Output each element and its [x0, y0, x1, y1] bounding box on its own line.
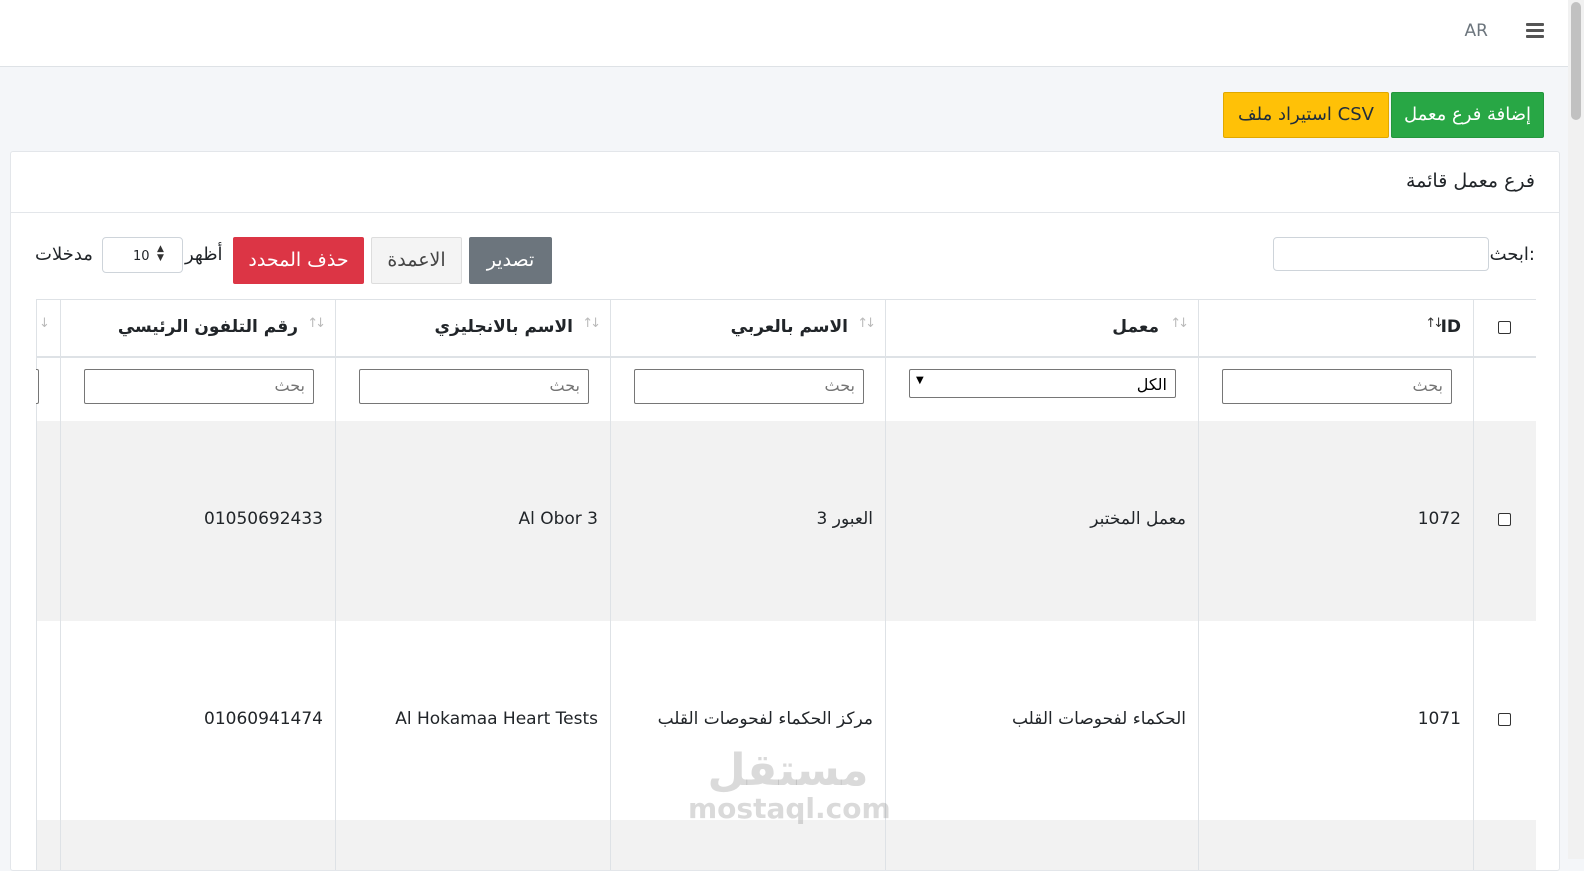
- header-name-en-label: الاسم بالانجليزي: [434, 317, 573, 337]
- cell-lab-text: معمل المختبر: [1090, 509, 1186, 529]
- page-length-value: 10: [133, 249, 150, 264]
- filter-placeholder: بحث: [549, 376, 581, 395]
- select-arrows-icon: ▲ ▼: [157, 244, 164, 263]
- row-select-cell: [1473, 421, 1536, 621]
- header-lab-label: معمل: [1112, 317, 1159, 337]
- cell-id: 1072: [1198, 421, 1473, 621]
- table-row[interactable]: 1072 معمل المختبر العبور 3 Al Obor 3 010…: [36, 421, 1536, 622]
- header-id[interactable]: ID ↑↓: [1198, 300, 1473, 356]
- cell-lab: معمل المختبر: [885, 421, 1198, 621]
- cell-phone: 01060941474: [60, 621, 335, 820]
- row-checkbox[interactable]: [1498, 713, 1511, 726]
- show-label: أظهر: [185, 244, 223, 265]
- header-id-label: ID: [1440, 317, 1461, 337]
- table-header-row: ID ↑↓ معمل ↑↓ الاسم بالعربي ↑↓ الاسم بال…: [36, 299, 1536, 358]
- cell-name-en-text: Al Obor 3: [518, 509, 598, 529]
- row-select-cell: [1473, 621, 1536, 820]
- cell-name-ar: العبور 3: [610, 421, 885, 621]
- cell-name-ar-text: العبور 3: [816, 509, 873, 529]
- card-header: فرع معمل قائمة: [11, 152, 1559, 213]
- filter-id-input[interactable]: بحث: [1222, 369, 1452, 404]
- page-scrollbar[interactable]: [1568, 0, 1584, 859]
- cell-phone-text: 01060941474: [204, 709, 323, 729]
- page-length-select[interactable]: 10 ▲ ▼: [102, 237, 183, 273]
- select-all-checkbox[interactable]: [1498, 321, 1511, 334]
- header-phone-label: رقم التلفون الرئيسي: [117, 317, 298, 337]
- filter-name-ar-cell: بحث: [610, 357, 885, 421]
- cell-id: [1198, 820, 1473, 870]
- filter-name-ar-input[interactable]: بحث: [634, 369, 864, 404]
- cell-name-ar: مركز الحكماء لفحوصات القلب: [610, 621, 885, 820]
- cell-id-text: 1071: [1417, 709, 1461, 729]
- entries-label: مدخلات: [35, 244, 93, 265]
- filter-phone-cell: بحث: [60, 357, 335, 421]
- cell-id-text: 1072: [1417, 509, 1461, 529]
- cell-phone: 01050692433: [60, 421, 335, 621]
- cell-lab: الحكماء لفحوصات القلب: [885, 621, 1198, 820]
- header-name-en[interactable]: الاسم بالانجليزي ↑↓: [335, 300, 610, 356]
- header-name-ar[interactable]: الاسم بالعربي ↑↓: [610, 300, 885, 356]
- search-input[interactable]: [1273, 237, 1489, 271]
- chevron-down-icon: ▼: [916, 375, 924, 386]
- cell-name-ar-text: مركز الحكماء لفحوصات القلب: [657, 709, 873, 729]
- cell-phone: [60, 820, 335, 870]
- row-checkbox[interactable]: [1498, 513, 1511, 526]
- top-navbar: AR: [0, 0, 1584, 67]
- cell-name-ar: [610, 820, 885, 870]
- cell-hidden: [36, 621, 60, 820]
- language-switch[interactable]: AR: [1465, 21, 1488, 41]
- filter-lab-select[interactable]: الكل ▼: [909, 369, 1176, 398]
- columns-button[interactable]: الاعمدة: [371, 237, 462, 284]
- filter-name-en-cell: بحث: [335, 357, 610, 421]
- sort-icon: ↑↓: [1170, 316, 1189, 331]
- card-title: فرع معمل قائمة: [1405, 170, 1535, 192]
- filter-lab-cell: الكل ▼: [885, 357, 1198, 421]
- cell-name-en: Al Hokamaa Heart Tests: [335, 621, 610, 820]
- header-select-all: [1473, 300, 1536, 356]
- filter-name-en-input[interactable]: بحث: [359, 369, 589, 404]
- filter-placeholder: بحث: [274, 376, 306, 395]
- sort-desc-icon: ↑↓: [1425, 316, 1444, 331]
- filter-lab-value: الكل: [1136, 375, 1167, 394]
- filter-hidden-input[interactable]: [36, 369, 39, 404]
- branches-card: فرع معمل قائمة ابحث: تصدير الاعمدة حذف ا…: [10, 151, 1560, 871]
- filter-placeholder: بحث: [1412, 376, 1444, 395]
- cell-name-en: Al Obor 3: [335, 421, 610, 621]
- hamburger-menu-icon[interactable]: [1526, 22, 1544, 38]
- table-filter-row: بحث الكل ▼ بحث بحث بحث: [36, 357, 1536, 423]
- cell-lab: [885, 820, 1198, 870]
- cell-id: 1071: [1198, 621, 1473, 820]
- filter-phone-input[interactable]: بحث: [84, 369, 314, 404]
- sort-icon: ↑↓: [582, 316, 601, 331]
- cell-phone-text: 01050692433: [204, 509, 323, 529]
- filter-hidden-cell: [36, 357, 60, 421]
- filter-empty-cell: [1473, 357, 1536, 421]
- filter-id-cell: بحث: [1198, 357, 1473, 421]
- header-hidden-column[interactable]: ↓: [36, 300, 60, 356]
- cell-hidden: [36, 421, 60, 621]
- header-lab[interactable]: معمل ↑↓: [885, 300, 1198, 356]
- import-csv-button[interactable]: استيراد ملف CSV: [1223, 92, 1389, 138]
- cell-hidden: [36, 820, 60, 870]
- branches-table: ID ↑↓ معمل ↑↓ الاسم بالعربي ↑↓ الاسم بال…: [36, 299, 1536, 870]
- sort-icon: ↑↓: [307, 316, 326, 331]
- table-row[interactable]: 1071 الحكماء لفحوصات القلب مركز الحكماء …: [36, 621, 1536, 821]
- sort-icon: ↓: [39, 316, 50, 331]
- delete-selected-button[interactable]: حذف المحدد: [233, 237, 364, 284]
- cell-lab-text: الحكماء لفحوصات القلب: [1011, 709, 1186, 729]
- scrollbar-thumb[interactable]: [1571, 2, 1581, 120]
- cell-name-en: [335, 820, 610, 870]
- table-row[interactable]: [36, 820, 1536, 870]
- export-button[interactable]: تصدير: [469, 237, 552, 284]
- filter-placeholder: بحث: [824, 376, 856, 395]
- row-select-cell: [1473, 820, 1536, 870]
- header-name-ar-label: الاسم بالعربي: [730, 317, 848, 337]
- cell-name-en-text: Al Hokamaa Heart Tests: [395, 709, 598, 729]
- header-phone[interactable]: رقم التلفون الرئيسي ↑↓: [60, 300, 335, 356]
- search-label: ابحث:: [1489, 244, 1535, 265]
- sort-icon: ↑↓: [857, 316, 876, 331]
- add-branch-button[interactable]: إضافة فرع معمل: [1391, 92, 1544, 138]
